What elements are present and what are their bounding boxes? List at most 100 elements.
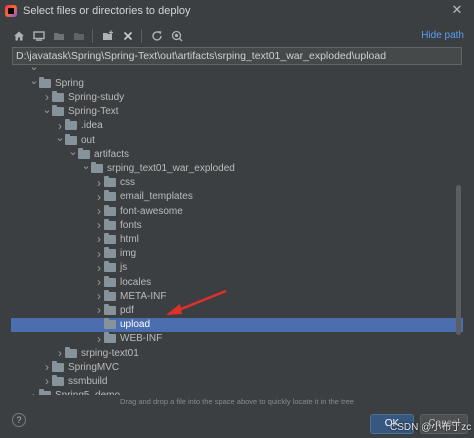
tree-row-label: .idea [81,120,103,132]
chevron-right-icon[interactable]: › [94,261,104,275]
tree-row[interactable]: › locales [11,275,463,289]
dialog-title: Select files or directories to deploy [23,5,191,17]
chevron-right-icon[interactable]: › [42,360,52,374]
folder-icon [104,303,116,315]
tree-row-label: artifacts [94,148,130,160]
folder-icon [65,346,77,358]
tree-row[interactable]: ⌄ artifacts [11,146,463,161]
tree-row-label: ssmbuild [68,375,108,387]
folder-icon [104,332,116,344]
tree-row-label: js [120,262,128,274]
tree-row[interactable]: ⌄ Spring-Text [11,103,463,119]
chevron-right-icon[interactable]: › [94,247,104,261]
chevron-right-icon[interactable]: › [94,204,104,218]
folder-icon [39,389,51,395]
tree-row[interactable]: › srping-text01 [11,346,463,360]
tree-row-label: srping-text01 [81,347,139,359]
tree-row-label: img [120,248,137,260]
tree-row-label: pdf [120,304,134,316]
tree-row-label: srping_text01_war_exploded [107,162,235,174]
tree-row[interactable]: › SpringMVC [11,360,463,374]
tree-row-label: Spring-study [68,91,125,103]
delete-icon[interactable] [119,27,137,45]
project-icon[interactable] [50,27,68,45]
tree-row[interactable]: › META-INF [11,289,463,303]
chevron-right-icon[interactable]: › [94,176,104,190]
tree-row-label: html [120,233,139,245]
path-field[interactable]: D:\javatask\Spring\Spring-Text\out\artif… [12,47,462,65]
chevron-right-icon[interactable]: › [94,332,104,346]
tree-row[interactable]: › WEB-INF [11,332,463,346]
tree-row[interactable]: › ssmbuild [11,374,463,388]
folder-icon [104,247,116,259]
tree-row-label: Spring-Text [68,106,119,118]
folder-icon [104,218,116,230]
tree-row-label: WEB-INF [120,333,163,345]
chevron-down-icon[interactable]: ⌄ [29,67,39,73]
tree-row[interactable]: › img [11,247,463,261]
chevron-down-icon[interactable]: ⌄ [68,146,78,158]
tree-row[interactable]: upload [11,317,463,332]
chevron-right-icon[interactable]: › [42,90,52,104]
refresh-icon[interactable] [148,27,166,45]
chevron-down-icon[interactable]: ⌄ [81,160,91,172]
chevron-down-icon[interactable]: ⌄ [29,75,39,87]
drop-hint: Drag and drop a file into the space abov… [120,397,354,406]
tree-row[interactable]: › Spring5_demo [11,389,463,395]
chevron-right-icon[interactable]: › [94,218,104,232]
tree-row[interactable]: ⌄ srping_text01_war_exploded [11,160,463,175]
chevron-right-icon[interactable]: › [55,119,65,133]
tree-row[interactable]: › .idea [11,119,463,133]
folder-icon [104,261,116,273]
chevron-right-icon[interactable]: › [94,275,104,289]
chevron-right-icon[interactable]: › [94,232,104,246]
tree-row[interactable]: › css [11,176,463,190]
tree-row-label: out [81,134,95,146]
tree-row-label: upload [120,319,151,331]
chevron-right-icon[interactable]: › [42,374,52,388]
folder-icon [65,133,77,145]
chevron-right-icon[interactable]: › [55,346,65,360]
folder-icon [91,161,103,173]
chevron-right-icon[interactable]: › [29,389,39,395]
tree-row[interactable]: › js [11,261,463,275]
desktop-icon[interactable] [30,27,48,45]
tree-row[interactable]: ⌄ [11,67,463,76]
chevron-right-icon[interactable]: › [94,190,104,204]
folder-icon [104,318,116,330]
folder-icon [39,76,51,88]
tree-scrollbar[interactable] [456,185,461,335]
tree-row-label: font-awesome [120,205,183,217]
show-hidden-icon[interactable] [168,27,186,45]
toolbar-divider [141,29,142,43]
tree-row-label: locales [120,276,152,288]
tree-row[interactable]: ⌄ out [11,132,463,147]
folder-icon [104,232,116,244]
home-icon[interactable] [10,27,28,45]
directory-tree[interactable]: ⌄ ⌄ Spring › Spring-study ⌄ Spring-Text › .idea ⌄… [11,67,463,395]
tree-row[interactable]: › fonts [11,218,463,232]
tree-row-label: css [120,177,135,189]
chevron-down-icon[interactable]: ⌄ [55,132,65,144]
folder-icon [104,190,116,202]
toolbar-divider [92,29,93,43]
chevron-down-icon[interactable]: ⌄ [42,103,52,116]
title-bar: Select files or directories to deploy ✕ [0,0,474,22]
help-button[interactable]: ? [12,413,26,427]
tree-row[interactable]: › html [11,232,463,246]
tree-row-label: fonts [120,219,142,231]
tree-row[interactable]: › font-awesome [11,204,463,218]
tree-row[interactable]: › pdf [11,303,463,317]
hide-path-link[interactable]: Hide path [421,30,464,41]
chevron-right-icon[interactable]: › [94,289,104,303]
module-icon[interactable] [70,27,88,45]
close-icon[interactable]: ✕ [450,3,464,17]
watermark: CSDN @小布丁zc [390,422,472,433]
chevron-right-icon[interactable]: › [94,303,104,317]
folder-icon [104,275,116,287]
tree-row[interactable]: › email_templates [11,190,463,204]
folder-icon [52,360,64,372]
new-folder-icon[interactable] [99,27,117,45]
tree-row[interactable]: › Spring-study [11,90,463,104]
tree-row[interactable]: ⌄ Spring [11,75,463,90]
